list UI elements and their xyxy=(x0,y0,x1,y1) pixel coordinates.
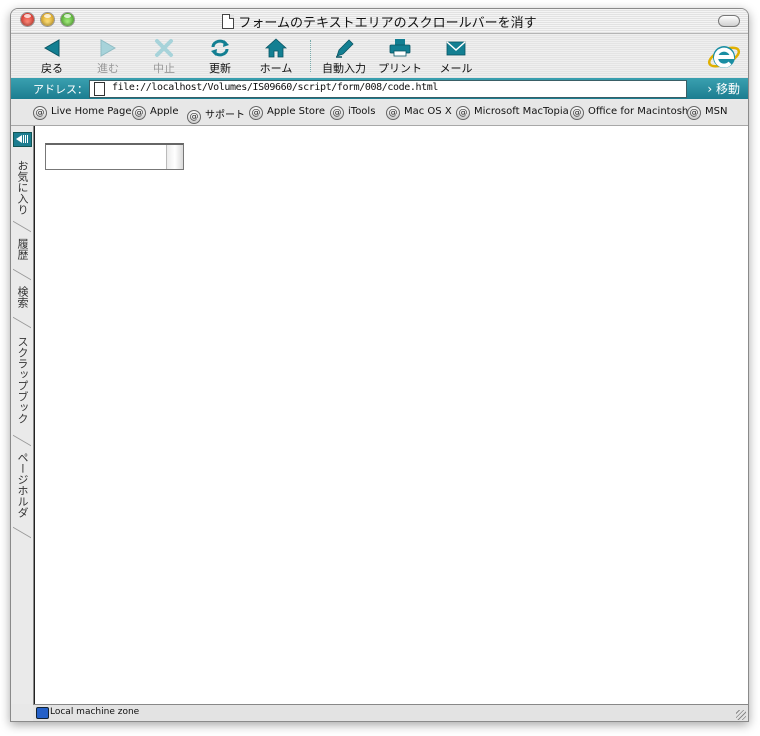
autofill-button[interactable]: 自動入力 xyxy=(317,38,371,76)
stop-label: 中止 xyxy=(153,62,175,75)
forward-arrow-icon xyxy=(100,39,117,57)
sidebar-tab-divider xyxy=(13,220,31,233)
toolbar-separator xyxy=(310,40,311,72)
favorite-at-icon: @ xyxy=(687,106,701,120)
back-arrow-icon xyxy=(43,39,60,57)
mail-envelope-icon xyxy=(446,41,466,56)
mail-label: メール xyxy=(439,62,473,75)
favorite-link[interactable]: @ Microsoft MacTopia xyxy=(456,106,569,120)
favorite-label: Office for Macintosh xyxy=(588,106,689,117)
sidebar-tab-divider xyxy=(13,268,31,281)
file-icon xyxy=(94,82,105,96)
favorite-link[interactable]: @ Live Home Page xyxy=(33,106,132,120)
favorite-label: Mac OS X xyxy=(404,106,452,117)
favorite-label: Microsoft MacTopia xyxy=(474,106,569,117)
refresh-button[interactable]: 更新 xyxy=(193,38,247,76)
back-label: 戻る xyxy=(41,62,63,75)
go-button[interactable]: › 移動 xyxy=(707,80,740,97)
favorite-link[interactable]: @ Apple Store xyxy=(249,106,325,120)
form-textarea[interactable] xyxy=(45,143,184,170)
favorite-at-icon: @ xyxy=(187,110,201,124)
forward-button[interactable]: 進む xyxy=(81,38,135,76)
sidebar-tab-divider xyxy=(13,316,31,329)
resize-grip-icon[interactable] xyxy=(736,710,746,720)
refresh-label: 更新 xyxy=(209,62,231,75)
favorite-label: iTools xyxy=(348,106,376,117)
security-zone-icon xyxy=(36,707,49,719)
sidebar-tab-history[interactable]: 履歴 xyxy=(14,238,30,260)
home-icon xyxy=(265,38,287,58)
favorite-at-icon: @ xyxy=(570,106,584,120)
autofill-label: 自動入力 xyxy=(322,62,366,75)
sidebar-tab-page-holder[interactable]: ページホルダ xyxy=(14,452,30,518)
status-zone-text: Local machine zone xyxy=(50,707,140,717)
favorite-at-icon: @ xyxy=(249,106,263,120)
favorite-at-icon: @ xyxy=(132,106,146,120)
toolbar: 戻る 進む 中止 更新 ホーム 自動入力 プリント メール xyxy=(11,34,748,78)
home-button[interactable]: ホーム xyxy=(249,38,303,76)
favorite-label: Apple Store xyxy=(267,106,326,117)
favorite-link[interactable]: @ MSN xyxy=(687,106,727,120)
favorite-link[interactable]: @ サポート xyxy=(187,106,245,124)
favorite-at-icon: @ xyxy=(456,106,470,120)
ie-logo-icon xyxy=(707,46,741,68)
sidebar-toggle-icon[interactable] xyxy=(13,132,32,147)
back-button[interactable]: 戻る xyxy=(25,38,79,76)
browser-window: フォームのテキストエリアのスクロールバーを消す 戻る 進む 中止 更新 ホーム … xyxy=(10,8,749,722)
favorite-link[interactable]: @ iTools xyxy=(330,106,375,120)
stop-x-icon xyxy=(155,39,173,57)
mail-button[interactable]: メール xyxy=(429,38,483,76)
favorite-at-icon: @ xyxy=(330,106,344,120)
sidebar-tab-search[interactable]: 検索 xyxy=(14,286,30,308)
title-bar[interactable]: フォームのテキストエリアのスクロールバーを消す xyxy=(11,9,748,34)
forward-label: 進む xyxy=(97,62,119,75)
window-title: フォームのテキストエリアのスクロールバーを消す xyxy=(238,16,537,31)
address-label: アドレス： xyxy=(33,83,88,96)
go-arrow-icon: › xyxy=(707,82,713,96)
favorite-link[interactable]: @ Mac OS X xyxy=(386,106,452,120)
document-icon xyxy=(222,14,235,29)
favorite-label: Apple xyxy=(150,106,179,117)
home-label: ホーム xyxy=(259,62,293,75)
favorite-link[interactable]: @ Office for Macintosh xyxy=(570,106,688,120)
page-content xyxy=(34,126,748,704)
sidebar-tab-divider xyxy=(13,526,31,539)
window-title-wrap: フォームのテキストエリアのスクロールバーを消す xyxy=(11,12,748,31)
favorite-label: サポート xyxy=(205,110,245,121)
explorer-sidebar: お気に入り 履歴 検索 スクラップブック ページホルダ xyxy=(11,126,34,704)
print-button[interactable]: プリント xyxy=(373,38,427,76)
stop-button[interactable]: 中止 xyxy=(137,38,191,76)
printer-icon xyxy=(389,39,411,57)
favorite-link[interactable]: @ Apple xyxy=(132,106,178,120)
favorite-label: Live Home Page xyxy=(51,106,132,117)
autofill-pen-icon xyxy=(336,39,354,58)
favorites-bar: @ Live Home Page @ Apple @ サポート @ Apple Stor… xyxy=(11,101,748,126)
print-label: プリント xyxy=(378,62,422,75)
address-url: file://localhost/Volumes/IS09660/script/… xyxy=(112,82,438,93)
sidebar-tab-scrapbook[interactable]: スクラップブック xyxy=(14,336,30,424)
address-field[interactable]: file://localhost/Volumes/IS09660/script/… xyxy=(89,80,687,98)
status-bar: Local machine zone xyxy=(33,704,748,721)
refresh-icon xyxy=(211,39,229,57)
go-label: 移動 xyxy=(715,82,740,96)
favorite-at-icon: @ xyxy=(33,106,47,120)
address-bar: アドレス： file://localhost/Volumes/IS09660/s… xyxy=(11,78,748,99)
favorite-label: MSN xyxy=(705,106,728,117)
sidebar-tab-divider xyxy=(13,434,31,447)
sidebar-tab-favorites[interactable]: お気に入り xyxy=(14,160,30,215)
toolbar-toggle-button[interactable] xyxy=(718,15,740,27)
favorite-at-icon: @ xyxy=(386,106,400,120)
textarea-scrollbar[interactable] xyxy=(166,145,183,169)
